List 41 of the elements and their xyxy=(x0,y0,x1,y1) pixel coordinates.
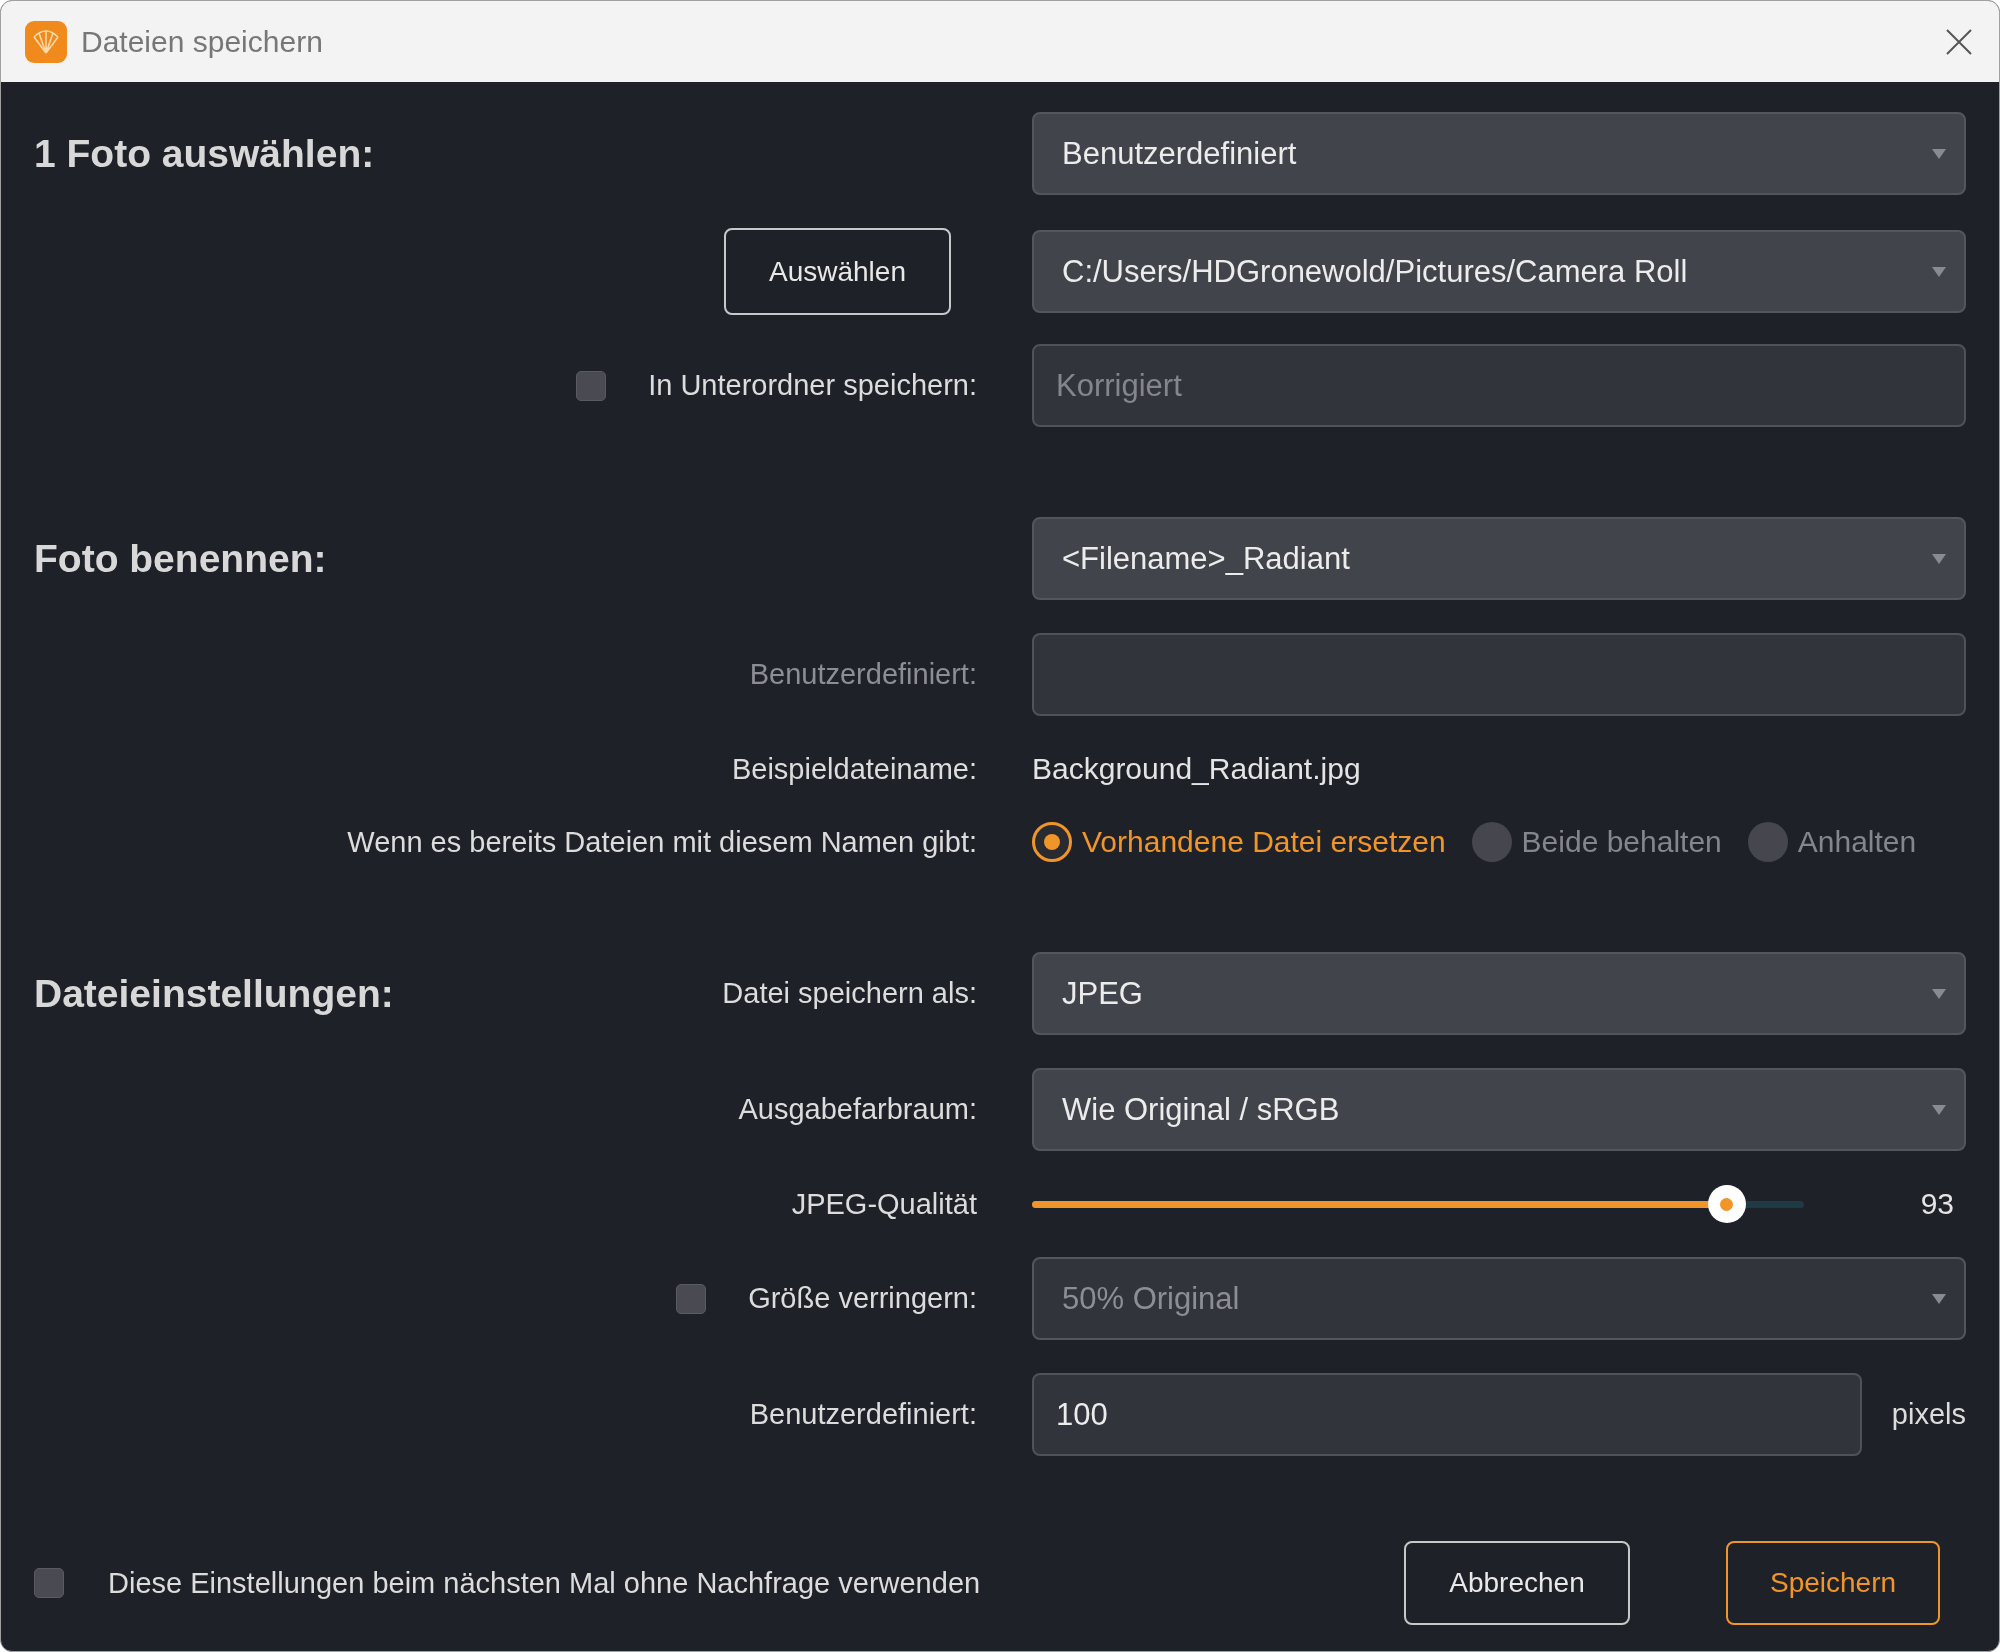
unit-label: pixels xyxy=(1891,1398,1966,1431)
checkbox-label: Größe verringern: xyxy=(748,1282,977,1315)
checkbox[interactable] xyxy=(34,1568,64,1598)
dropdown[interactable]: C:/Users/HDGronewold/Pictures/Camera Roll xyxy=(1032,230,1966,313)
cancel-button[interactable]: Abbrechen xyxy=(1404,1541,1630,1625)
save-button[interactable]: Speichern xyxy=(1726,1541,1940,1625)
field-label: Beispieldateiname: xyxy=(731,752,977,786)
caret-icon xyxy=(1932,148,1946,159)
slider-value: 93 xyxy=(1919,1187,1954,1221)
field-label: Datei speichern als: xyxy=(722,977,977,1010)
field-label: Benutzerdefiniert: xyxy=(749,1398,977,1431)
field-label: Wenn es bereits Dateien mit diesem Namen gibt: xyxy=(347,825,977,859)
example-filename: Background_Radiant.jpg xyxy=(1032,752,1362,786)
dropdown[interactable]: Wie Original / sRGB xyxy=(1032,1068,1966,1151)
checkbox-label: In Unterordner speichern: xyxy=(648,369,977,402)
radio-option[interactable]: Anhalten xyxy=(1747,822,1917,862)
caret-icon xyxy=(1932,988,1946,999)
caret-icon xyxy=(1932,1104,1946,1115)
text-field[interactable]: 100 xyxy=(1032,1373,1862,1456)
quality-slider[interactable] xyxy=(1032,1184,1804,1224)
caret-icon xyxy=(1932,266,1946,277)
section-heading: 1 Foto auswählen: xyxy=(34,131,375,176)
dropdown[interactable]: <Filename>_Radiant xyxy=(1032,517,1966,600)
checkbox-label: Diese Einstellungen beim nächsten Mal ohne Nachfrage verwenden xyxy=(108,1566,981,1600)
choose-button[interactable]: Auswählen xyxy=(724,228,951,315)
text-field[interactable] xyxy=(1032,633,1966,716)
dropdown[interactable]: JPEG xyxy=(1032,952,1966,1035)
radio-option[interactable]: Beide behalten xyxy=(1471,822,1722,862)
section-heading: Foto benennen: xyxy=(34,536,327,581)
app-icon xyxy=(25,20,67,63)
window-title: Dateien speichern xyxy=(81,24,324,59)
checkbox[interactable] xyxy=(576,370,607,401)
text-field[interactable]: Korrigiert xyxy=(1032,344,1966,427)
field-label: Benutzerdefiniert: xyxy=(749,658,977,691)
radio-option[interactable]: Vorhandene Datei ersetzen xyxy=(1032,822,1446,862)
field-label: Ausgabefarbraum: xyxy=(738,1093,977,1126)
dropdown[interactable]: Benutzerdefiniert xyxy=(1032,112,1966,195)
caret-icon xyxy=(1932,1293,1946,1304)
section-heading: Dateieinstellungen: xyxy=(34,971,394,1016)
caret-icon xyxy=(1932,553,1946,564)
field-label: JPEG-Qualität xyxy=(791,1187,977,1221)
